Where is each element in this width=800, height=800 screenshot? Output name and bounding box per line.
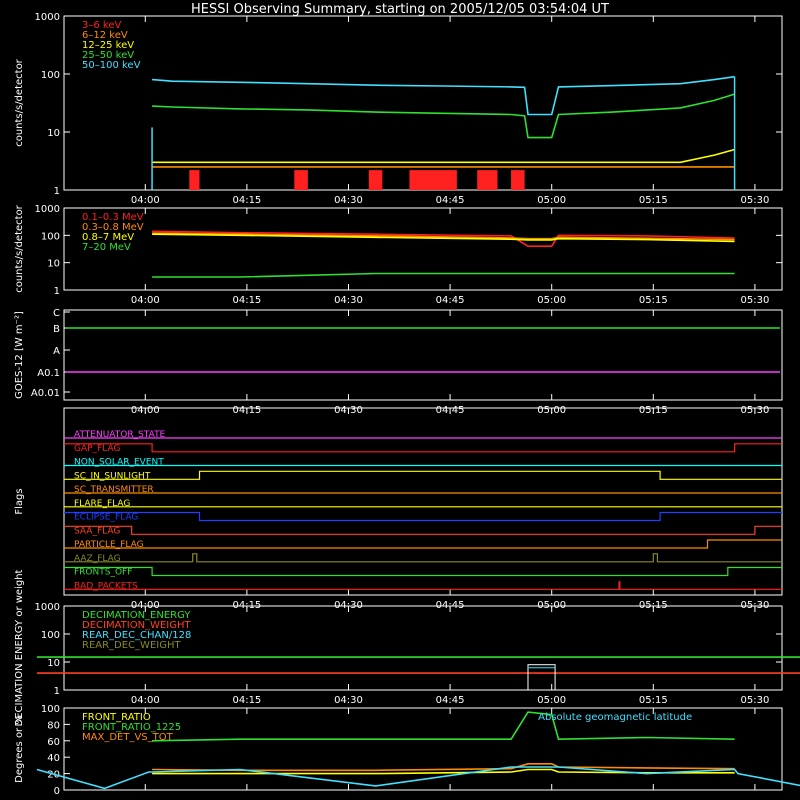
x-tick-label: 05:15 (639, 195, 668, 206)
series-line (152, 272, 735, 278)
x-tick-label: 05:00 (537, 195, 566, 206)
y-tick-label: 1 (54, 186, 60, 197)
x-tick-label: 05:15 (639, 295, 668, 306)
x-tick-label: 04:45 (436, 695, 465, 706)
burst-3-6kev (409, 170, 457, 190)
flag-trace (64, 539, 782, 549)
rear-dec-box (527, 664, 556, 691)
panel-frame (63, 309, 783, 401)
y-tick-label: 60 (47, 737, 60, 748)
panel-frame (63, 15, 783, 191)
y-tick-label: 10 (47, 128, 60, 139)
y-tick-label: A (53, 346, 60, 357)
x-tick-label: 04:30 (334, 295, 363, 306)
x-tick-label: 05:30 (740, 295, 769, 306)
y-tick-label: 0 (54, 786, 60, 797)
x-tick-label: 04:30 (334, 195, 363, 206)
y-tick-label: 100 (41, 704, 60, 715)
y-axis-label: Flags (14, 488, 25, 514)
x-tick-label: 04:15 (232, 695, 261, 706)
legend-entry: MAX_DET_VS_TOT (82, 732, 174, 743)
legend-entry: 50–100 keV (82, 60, 141, 71)
y-tick-label: 1 (54, 286, 60, 297)
y-tick-label: A0.01 (31, 388, 60, 399)
x-tick-label: 04:00 (131, 195, 160, 206)
panel-ratio: Degrees or %020406080100FRONT_RATIOFRONT… (14, 704, 800, 797)
y-tick-label: 10 (47, 658, 60, 669)
burst-3-6kev (294, 170, 308, 190)
y-tick-label: 1000 (35, 12, 60, 23)
burst-3-6kev (368, 170, 383, 190)
flag-trace (64, 470, 782, 480)
series-line (152, 93, 735, 139)
flag-trace (64, 553, 782, 563)
y-tick-label: 10 (47, 259, 60, 270)
series-line (152, 148, 735, 164)
burst-3-6kev (477, 170, 498, 190)
x-tick-label: 04:45 (436, 195, 465, 206)
flag-trace (64, 511, 782, 522)
x-tick-label: 05:15 (639, 695, 668, 706)
x-tick-label: 05:30 (740, 695, 769, 706)
y-tick-label: 80 (47, 720, 60, 731)
y-tick-label: 1 (54, 686, 60, 697)
panel-dec: 04:00 04:15 04:30 04:45 05:00 05:15 05:30 DECIM… (14, 569, 800, 726)
x-tick-label: 04:00 (131, 695, 160, 706)
flag-label: SAA_FLAG (74, 526, 120, 536)
y-axis-label: counts/s/detector (14, 204, 25, 292)
flag-trace (64, 443, 782, 453)
x-tick-label: 04:45 (436, 295, 465, 306)
y-tick-label: C (53, 308, 60, 319)
flag-label: ECLIPSE_FLAG (74, 513, 138, 523)
x-tick-label: 04:15 (232, 295, 261, 306)
flag-trace (64, 566, 782, 577)
figure-title: HESSI Observing Summary, starting on 200… (191, 2, 609, 17)
x-tick-label: 05:00 (537, 295, 566, 306)
burst-3-6kev (189, 170, 200, 190)
y-axis-label: counts/s/detector (14, 58, 25, 146)
panel-hi: 04:00 04:15 04:30 04:45 05:00 05:15 05:30 count… (14, 204, 783, 306)
y-axis-label: DECIMATION ENERGY or weight (14, 569, 25, 726)
panel-flags: 04:00 04:15 04:30 04:45 05:00 05:15 05:30Flags… (14, 407, 783, 611)
x-tick-label: 04:30 (334, 695, 363, 706)
hessi-summary-figure: HESSI Observing Summary, starting on 200… (14, 2, 800, 797)
x-tick-label: 04:00 (131, 295, 160, 306)
x-tick-label: 05:00 (537, 695, 566, 706)
y-tick-label: 100 (41, 630, 60, 641)
flag-trace (64, 525, 782, 535)
y-tick-label: A0.1 (37, 368, 60, 379)
panel-lo: 04:00 04:15 04:30 04:45 05:00 05:15 05:30 count… (14, 12, 783, 206)
flag-label: GAP_FLAG (74, 444, 120, 454)
y-tick-label: 100 (41, 231, 60, 242)
y-axis-label: GOES-12 [W m⁻²] (14, 311, 25, 399)
geomagnetic-latitude-label: Absolute geomagnetic latitude (538, 712, 692, 723)
flag-label: FRONTS_OFF (74, 568, 132, 578)
y-tick-label: B (53, 324, 60, 335)
x-tick-label: 04:15 (232, 195, 261, 206)
panel-goes: 04:00 04:15 04:30 04:45 05:00 05:15 05:30GOES-… (14, 308, 783, 416)
panel-frame (63, 407, 783, 596)
y-tick-label: 1000 (35, 602, 60, 613)
y-tick-label: 100 (41, 70, 60, 81)
legend-entry: 7–20 MeV (82, 242, 131, 253)
x-tick-label: 05:30 (740, 195, 769, 206)
y-tick-label: 40 (47, 753, 60, 764)
burst-3-6kev (511, 170, 525, 190)
y-tick-label: 1000 (35, 204, 60, 215)
legend-entry: REAR_DEC_WEIGHT (82, 640, 181, 651)
y-axis-label: Degrees or % (14, 715, 25, 783)
